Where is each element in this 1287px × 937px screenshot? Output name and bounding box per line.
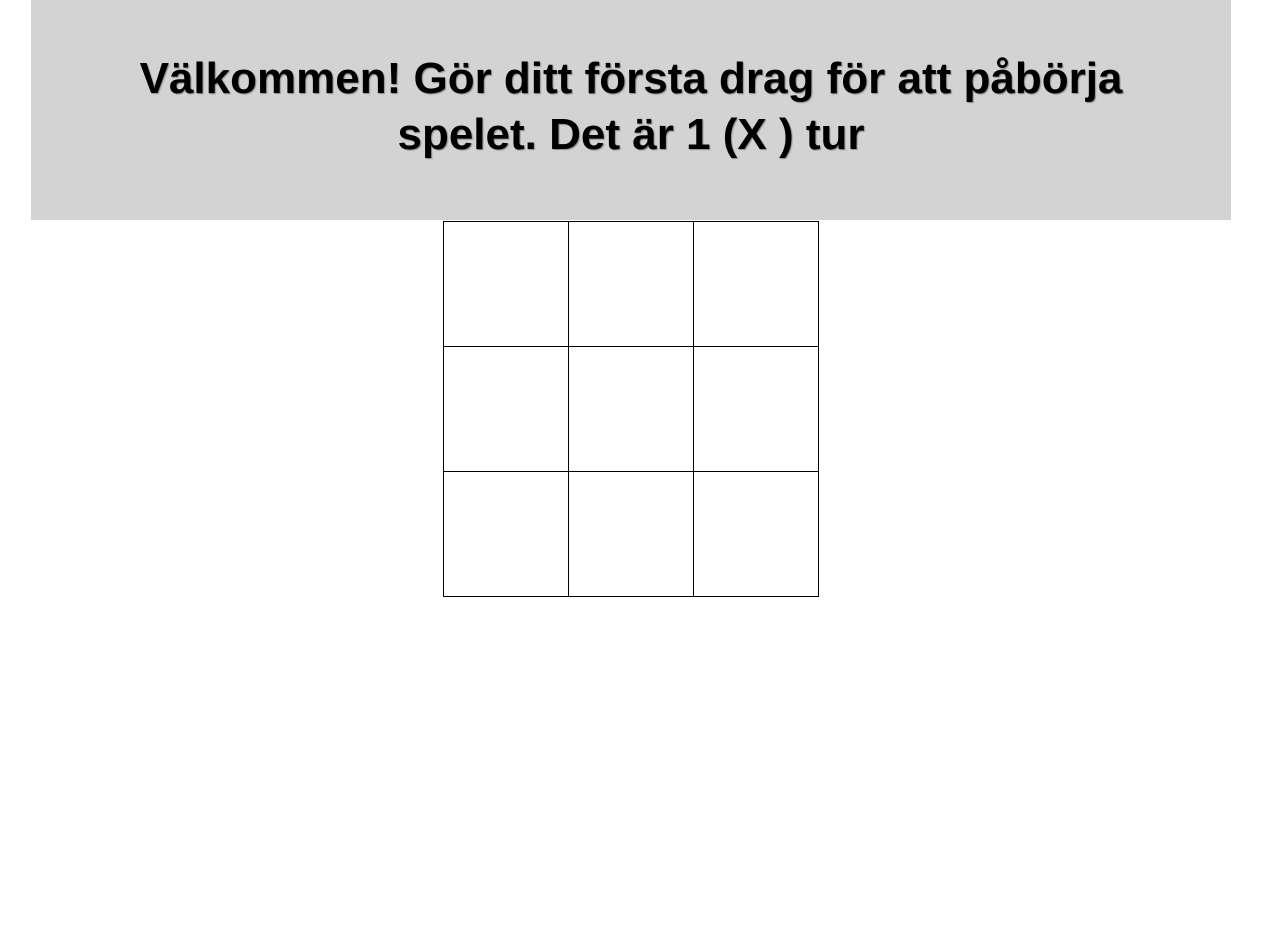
status-message: Välkommen! Gör ditt första drag för att … [139,54,1123,159]
board-cell-9[interactable] [694,472,819,597]
board-cell-7[interactable] [444,472,569,597]
board-cell-4[interactable] [444,347,569,472]
tic-tac-toe-board [443,221,819,597]
board-cell-8[interactable] [569,472,694,597]
board-cell-1[interactable] [444,222,569,347]
game-page: Välkommen! Gör ditt första drag för att … [0,0,1287,937]
board-cell-3[interactable] [694,222,819,347]
status-banner: Välkommen! Gör ditt första drag för att … [31,0,1231,220]
board-cell-5[interactable] [569,347,694,472]
board-cell-2[interactable] [569,222,694,347]
board-cell-6[interactable] [694,347,819,472]
